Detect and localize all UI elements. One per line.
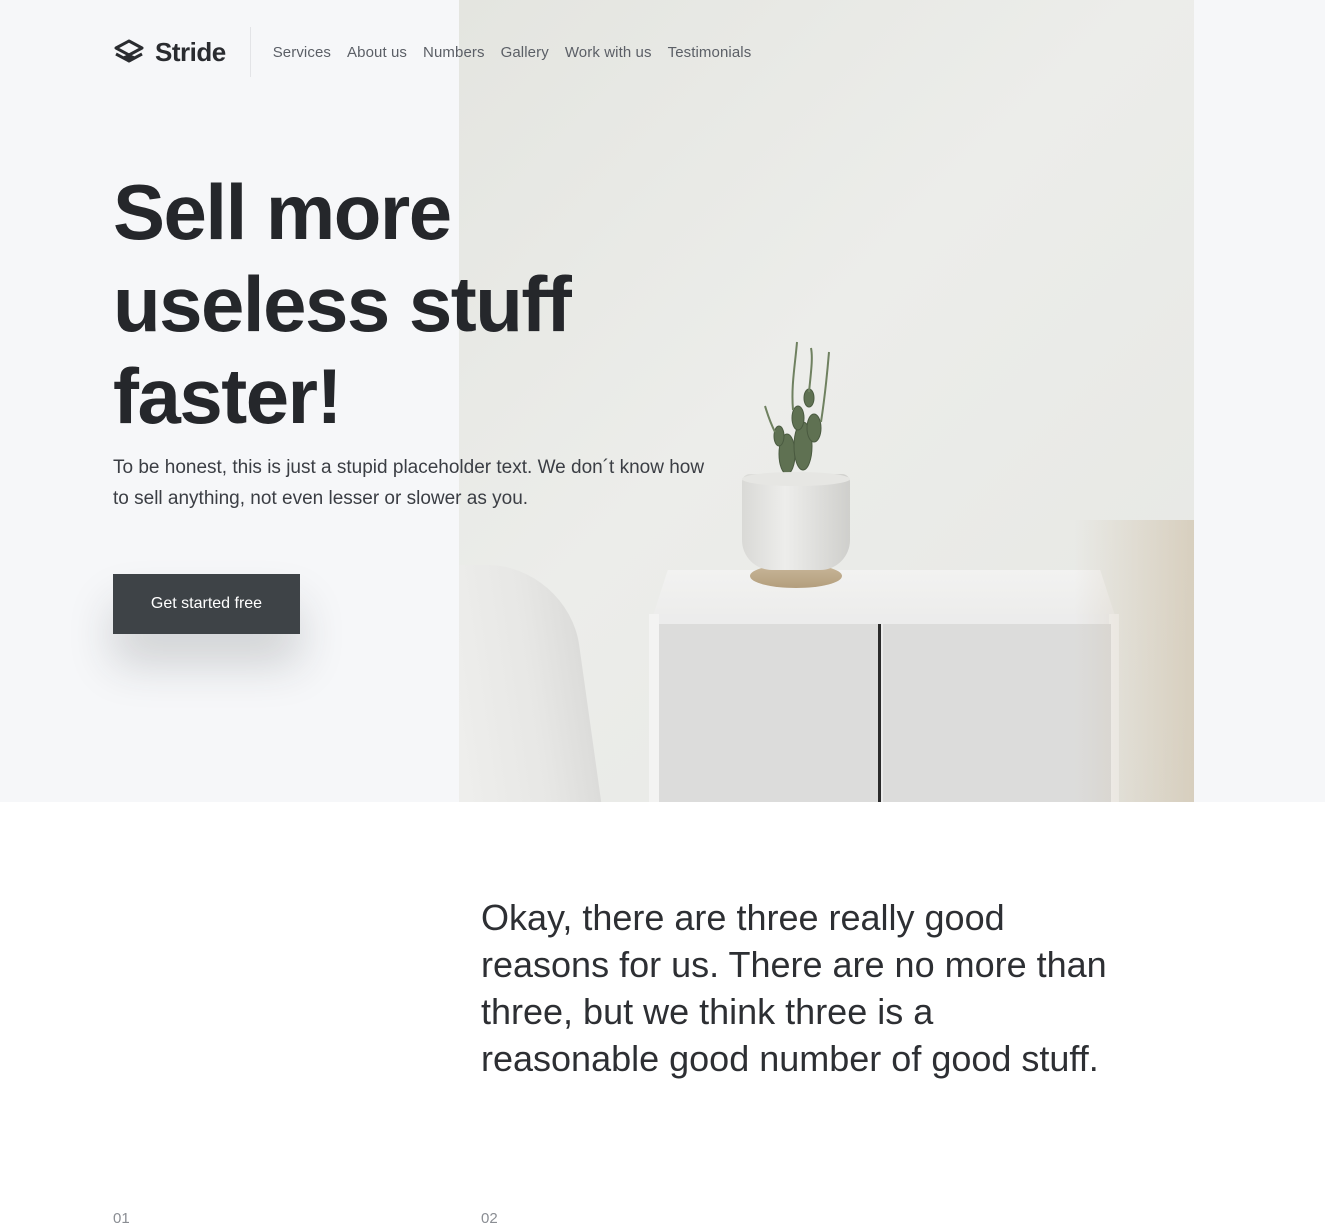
pot-rim [742, 472, 850, 486]
site-header: Stride Services About us Numbers Gallery… [113, 27, 752, 77]
hero-title-line-2: useless stuff [113, 260, 572, 348]
nav-item-numbers[interactable]: Numbers [423, 44, 485, 61]
plant-pot [742, 474, 850, 570]
reason-number-2: 02 [481, 1210, 498, 1223]
nav-item-about-us[interactable]: About us [347, 44, 407, 61]
brand-logo[interactable]: Stride [113, 37, 226, 68]
nav-item-testimonials[interactable]: Testimonials [668, 44, 752, 61]
wall-shadow [1074, 520, 1194, 802]
hero-title-line-1: Sell more [113, 168, 452, 256]
cactus-illustration [764, 341, 830, 475]
hero-subtitle: To be honest, this is just a stupid plac… [113, 457, 705, 509]
main-nav: Services About us Numbers Gallery Work w… [273, 44, 752, 61]
chair-illustration [459, 565, 611, 802]
reasons-intro: Okay, there are three really good reason… [481, 897, 1107, 1079]
layers-icon [114, 39, 144, 63]
cabinet-illustration [649, 614, 1119, 802]
nav-item-services[interactable]: Services [273, 44, 331, 61]
get-started-button[interactable]: Get started free [113, 574, 300, 634]
hero-title: Sell more useless stuff faster! [113, 166, 733, 442]
header-divider [249, 27, 251, 77]
nav-item-gallery[interactable]: Gallery [501, 44, 549, 61]
hero-title-line-3: faster! [113, 352, 342, 440]
reason-number-1: 01 [113, 1210, 130, 1223]
brand-name: Stride [155, 36, 226, 67]
hero-section: Stride Services About us Numbers Gallery… [0, 0, 1325, 802]
nav-item-work-with-us[interactable]: Work with us [565, 44, 652, 61]
